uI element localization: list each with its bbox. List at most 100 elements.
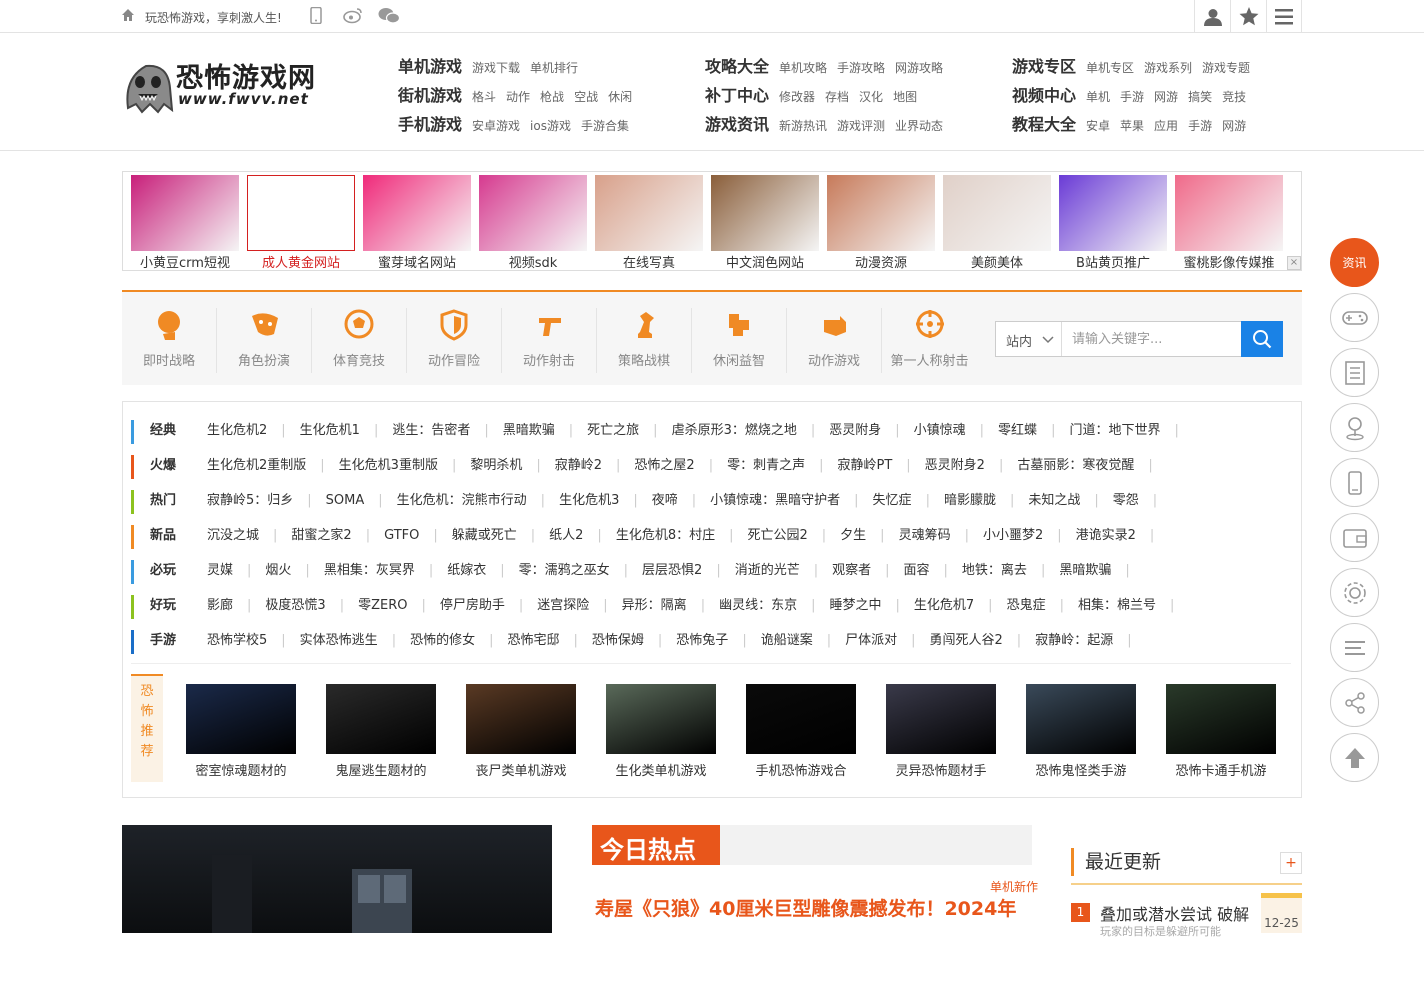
nav-sub-link[interactable]: 安卓游戏 xyxy=(472,119,520,133)
tag-link[interactable]: 零：濡鸦之巫女 xyxy=(519,563,642,578)
tag-link[interactable]: 生化危机3重制版 xyxy=(339,458,471,473)
tag-link[interactable]: 纸嫁衣 xyxy=(447,563,518,578)
tag-link[interactable]: 恐怖的修女 xyxy=(410,633,507,648)
nav-sub-link[interactable]: 搞笑 xyxy=(1188,90,1212,104)
nav-sub-link[interactable]: ios游戏 xyxy=(530,119,571,133)
nav-heading-link[interactable]: 街机游戏 xyxy=(398,86,462,105)
ad-banner-item[interactable]: 美颜美体 xyxy=(943,175,1051,271)
tag-link[interactable]: 未知之战 xyxy=(1028,493,1112,508)
tag-link[interactable]: 夜啼 xyxy=(652,493,710,508)
tag-link[interactable]: 消逝的光芒 xyxy=(735,563,832,578)
tag-link[interactable]: 地铁：离去 xyxy=(962,563,1059,578)
featured-image[interactable] xyxy=(122,825,552,933)
tag-link[interactable]: 港诡实录2 xyxy=(1076,528,1169,543)
tag-link[interactable]: 极度恐慌3 xyxy=(265,598,358,613)
tag-link[interactable]: 迷宫探险 xyxy=(537,598,621,613)
category-item[interactable]: 即时战略 xyxy=(122,308,217,373)
nav-sub-link[interactable]: 游戏评测 xyxy=(837,119,885,133)
tag-link[interactable]: 烟火 xyxy=(265,563,323,578)
nav-sub-link[interactable]: 苹果 xyxy=(1120,119,1144,133)
nav-heading-link[interactable]: 手机游戏 xyxy=(398,115,462,134)
tag-link[interactable]: 恐怖之屋2 xyxy=(634,458,727,473)
wechat-icon[interactable] xyxy=(378,7,400,25)
tag-link[interactable]: 寂静岭5：归乡 xyxy=(207,493,326,508)
tag-link[interactable]: 纸人2 xyxy=(549,528,616,543)
recommend-item[interactable]: 鬼屋逃生题材的 xyxy=(326,684,436,779)
nav-heading-link[interactable]: 补丁中心 xyxy=(705,86,769,105)
tag-link[interactable]: 生化危机：浣熊市行动 xyxy=(397,493,559,508)
search-input[interactable] xyxy=(1062,322,1238,356)
tag-link[interactable]: 生化危机3 xyxy=(559,493,652,508)
nav-sub-link[interactable]: 游戏系列 xyxy=(1144,61,1192,75)
tag-link[interactable]: 恐怖兔子 xyxy=(676,633,760,648)
nav-sub-link[interactable]: 枪战 xyxy=(540,90,564,104)
nav-sub-link[interactable]: 汉化 xyxy=(859,90,883,104)
nav-sub-link[interactable]: 安卓 xyxy=(1086,119,1110,133)
nav-heading-link[interactable]: 单机游戏 xyxy=(398,57,462,76)
tag-link[interactable]: 逃生：告密者 xyxy=(392,423,502,438)
tag-link[interactable]: 影廊 xyxy=(207,598,265,613)
sidebar-news-button[interactable]: 资讯 xyxy=(1330,238,1379,287)
sidebar-arrow-up-button[interactable] xyxy=(1330,733,1379,782)
recommend-item[interactable]: 恐怖卡通手机游 xyxy=(1166,684,1276,779)
tag-link[interactable]: 灵魂筹码 xyxy=(899,528,983,543)
ad-banner-item[interactable]: 中文润色网站 xyxy=(711,175,819,271)
ad-banner-item[interactable]: 蜜芽域名网站 xyxy=(363,175,471,271)
nav-sub-link[interactable]: 单机 xyxy=(1086,90,1110,104)
tag-link[interactable]: 小小噩梦2 xyxy=(983,528,1076,543)
tag-link[interactable]: 寂静岭PT xyxy=(838,458,925,473)
ad-banner-item[interactable]: 视频sdk xyxy=(479,175,587,271)
tag-link[interactable]: 小镇惊魂 xyxy=(914,423,998,438)
nav-heading-link[interactable]: 视频中心 xyxy=(1012,86,1076,105)
close-ad-icon[interactable]: × xyxy=(1287,256,1301,270)
tag-link[interactable]: 恶灵附身2 xyxy=(925,458,1018,473)
sidebar-document-button[interactable] xyxy=(1330,348,1379,397)
category-item[interactable]: 策略战棋 xyxy=(597,308,692,373)
more-plus-button[interactable]: + xyxy=(1280,852,1302,874)
favorite-button[interactable] xyxy=(1230,0,1266,33)
ad-banner-item[interactable]: 成人黄金网站 xyxy=(247,175,355,271)
recommend-item[interactable]: 灵异恐怖题材手 xyxy=(886,684,996,779)
nav-sub-link[interactable]: 竞技 xyxy=(1222,90,1246,104)
nav-sub-link[interactable]: 应用 xyxy=(1154,119,1178,133)
category-item[interactable]: 休闲益智 xyxy=(692,308,787,373)
recommend-item[interactable]: 密室惊魂题材的 xyxy=(186,684,296,779)
tag-link[interactable]: 零怨 xyxy=(1113,493,1171,508)
ad-banner-item[interactable]: 在线写真 xyxy=(595,175,703,271)
tag-link[interactable]: 暗影朦胧 xyxy=(944,493,1028,508)
tag-link[interactable]: 零ZERO xyxy=(358,598,440,613)
tag-link[interactable]: 恐怖宅邸 xyxy=(507,633,591,648)
tag-link[interactable]: 恐怖保姆 xyxy=(592,633,676,648)
nav-sub-link[interactable]: 休闲 xyxy=(608,90,632,104)
category-item[interactable]: 动作射击 xyxy=(502,308,597,373)
tag-link[interactable]: 甜蜜之家2 xyxy=(291,528,384,543)
sidebar-map-pin-button[interactable] xyxy=(1330,403,1379,452)
latest-item-link[interactable]: 叠加或潜水尝试 破解 xyxy=(1100,901,1249,925)
tag-link[interactable]: 沉没之城 xyxy=(207,528,291,543)
nav-heading-link[interactable]: 教程大全 xyxy=(1012,115,1076,134)
tag-link[interactable]: 恶灵附身 xyxy=(829,423,913,438)
nav-sub-link[interactable]: 网游 xyxy=(1222,119,1246,133)
sidebar-mobile-button[interactable] xyxy=(1330,458,1379,507)
tag-link[interactable]: 虐杀原形3：燃烧之地 xyxy=(672,423,830,438)
tag-link[interactable]: 躲藏或死亡 xyxy=(452,528,549,543)
tag-link[interactable]: 小镇惊魂：黑暗守护者 xyxy=(710,493,872,508)
nav-sub-link[interactable]: 游戏下载 xyxy=(472,61,520,75)
tag-link[interactable]: 生化危机8：村庄 xyxy=(616,528,748,543)
nav-sub-link[interactable]: 地图 xyxy=(893,90,917,104)
sidebar-gamepad-button[interactable] xyxy=(1330,293,1379,342)
category-item[interactable]: 动作冒险 xyxy=(407,308,502,373)
tag-link[interactable]: 黑相集：灰冥界 xyxy=(324,563,447,578)
tag-link[interactable]: 恐怖学校5 xyxy=(207,633,300,648)
nav-sub-link[interactable]: 游戏专题 xyxy=(1202,61,1250,75)
tag-link[interactable]: 门道：地下世界 xyxy=(1069,423,1192,438)
nav-sub-link[interactable]: 手游合集 xyxy=(581,119,629,133)
tag-link[interactable]: 观察者 xyxy=(832,563,903,578)
nav-sub-link[interactable]: 手游 xyxy=(1120,90,1144,104)
tag-link[interactable]: 失忆症 xyxy=(873,493,944,508)
site-logo[interactable]: 恐怖游戏网 www.fwvv.net xyxy=(122,56,342,116)
tag-link[interactable]: 面容 xyxy=(904,563,962,578)
tag-link[interactable]: 睡梦之中 xyxy=(829,598,913,613)
tag-link[interactable]: 幽灵线：东京 xyxy=(719,598,829,613)
phone-icon[interactable] xyxy=(310,7,322,24)
